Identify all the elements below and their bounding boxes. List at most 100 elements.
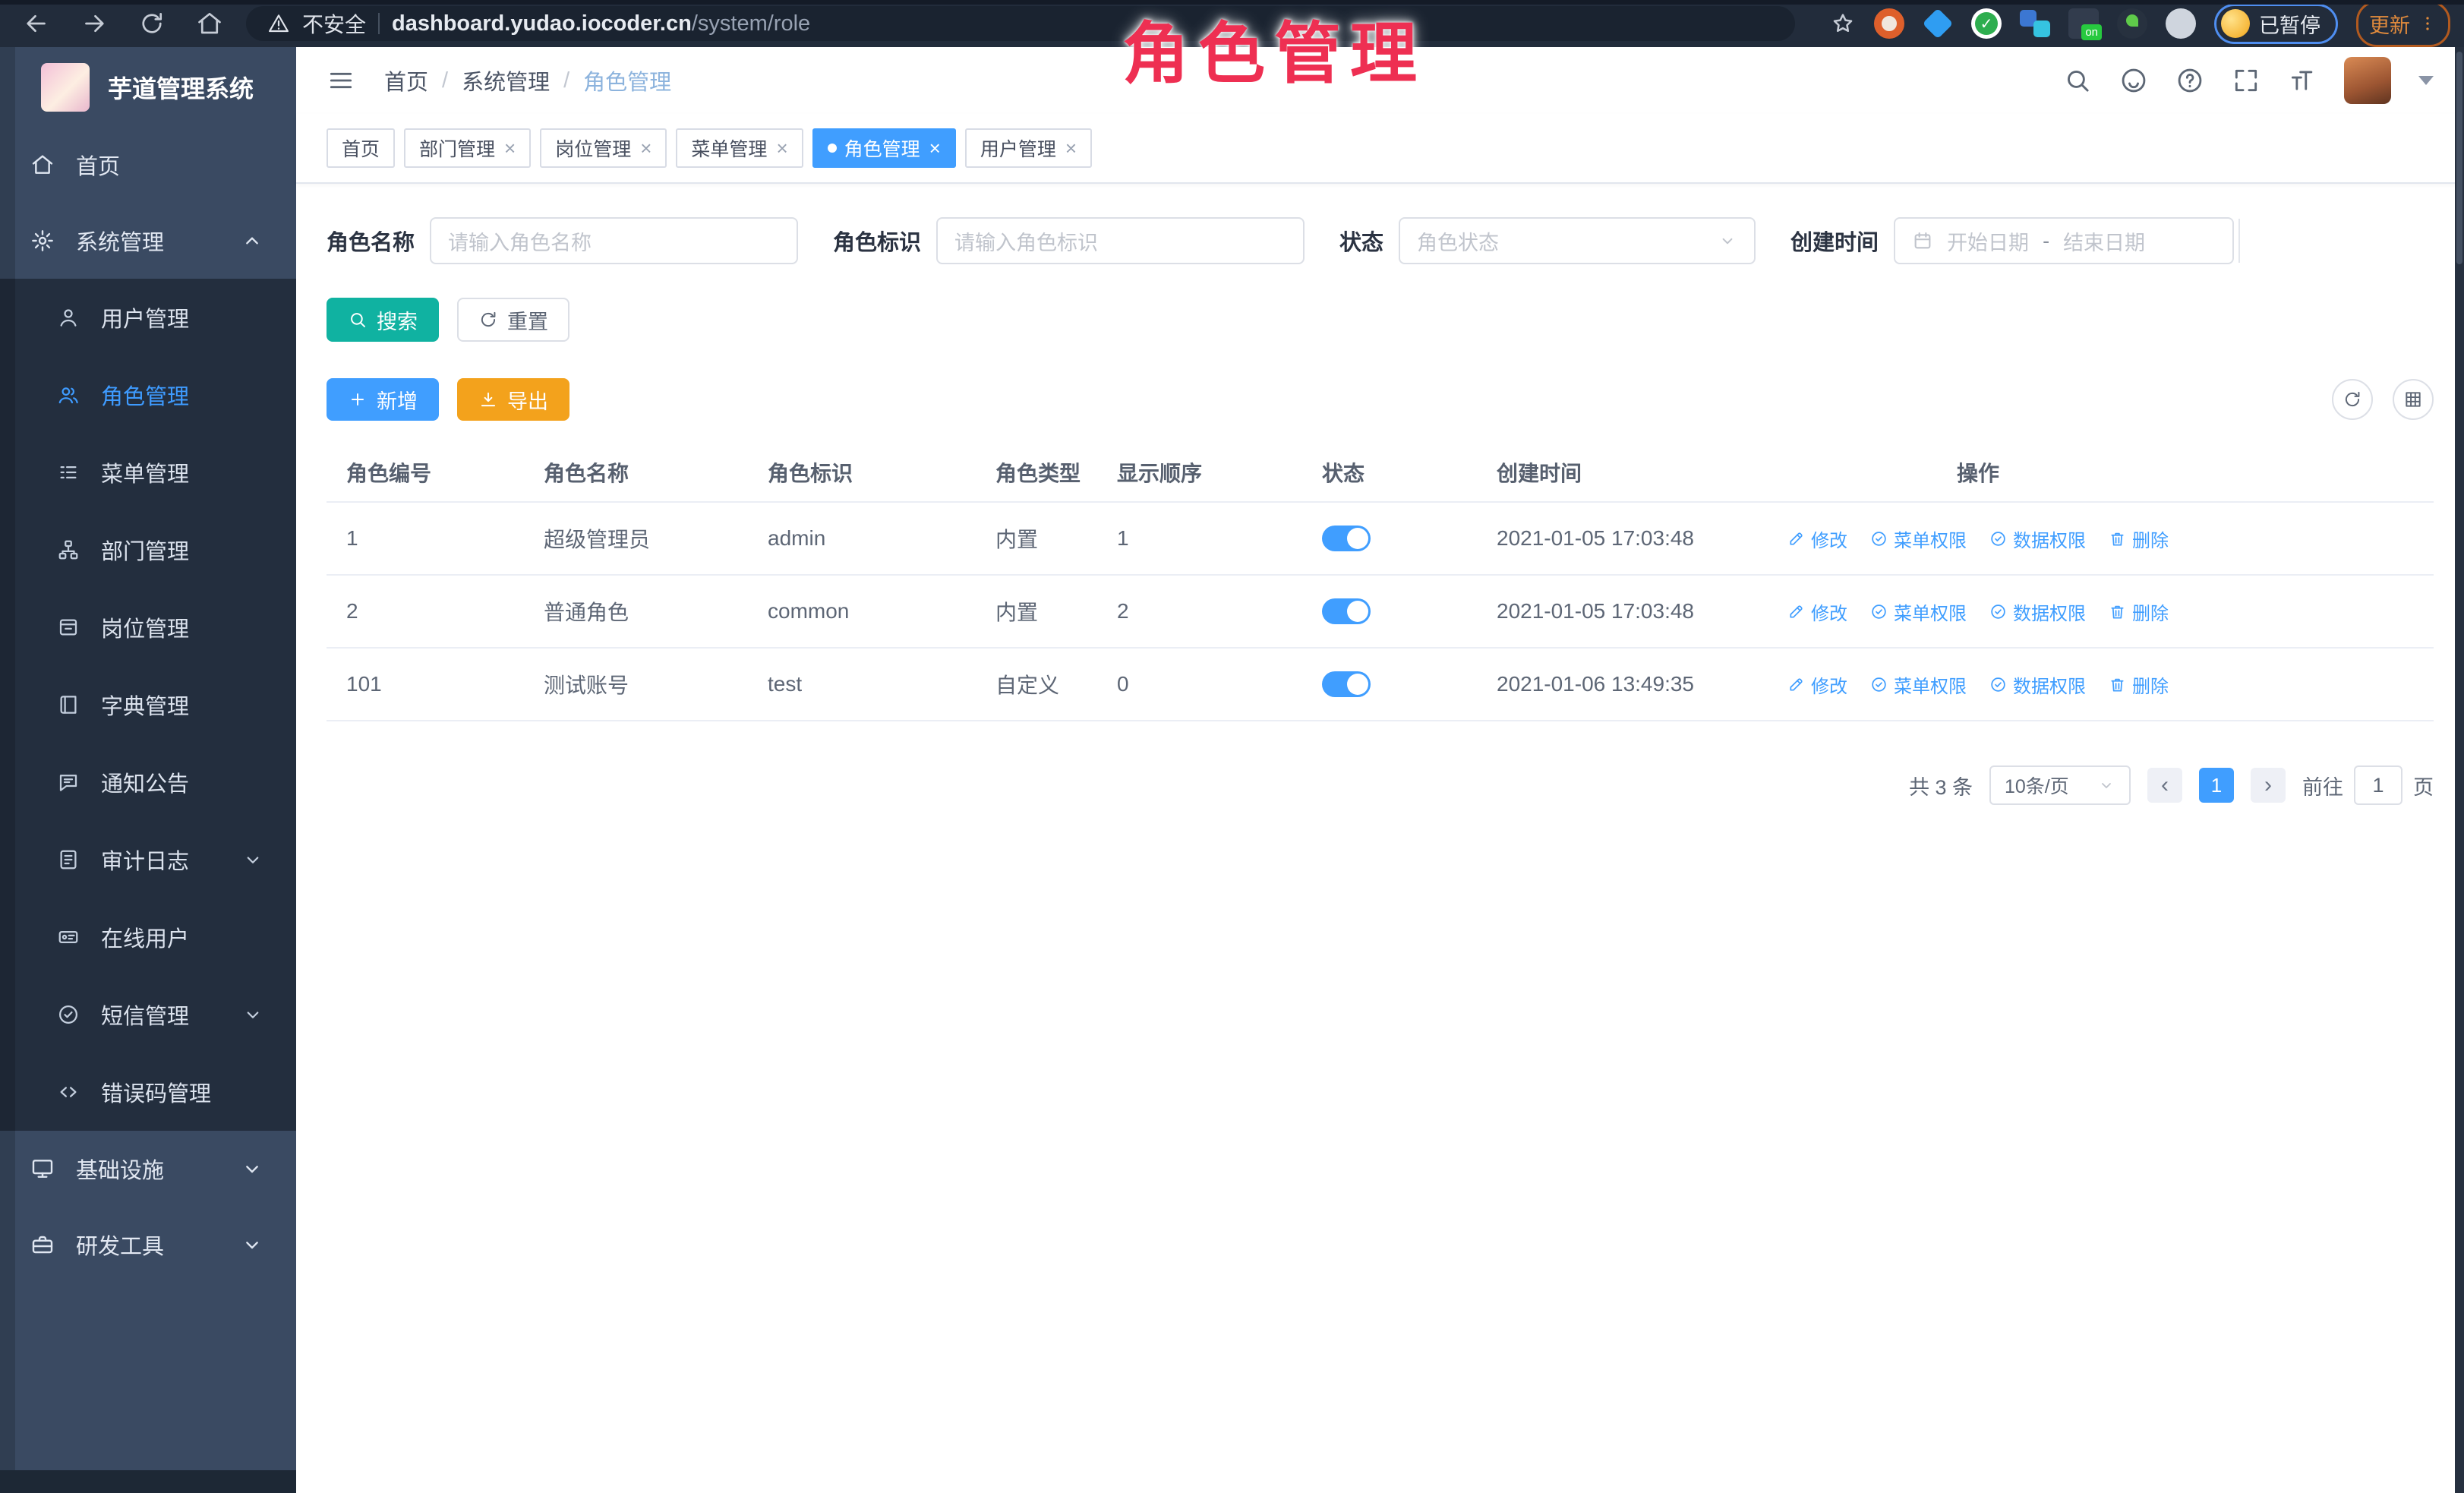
- sidebar-item-dept-management[interactable]: 部门管理: [0, 511, 296, 589]
- table-toolbar: 新增 导出: [327, 378, 2434, 421]
- forward-icon[interactable]: [80, 10, 108, 37]
- sidebar-item-label: 系统管理: [76, 225, 164, 257]
- tab-role-management[interactable]: 角色管理×: [812, 128, 956, 168]
- current-page-button[interactable]: 1: [2199, 768, 2234, 803]
- status-select[interactable]: 角色状态: [1399, 217, 1756, 264]
- next-page-button[interactable]: ›: [2251, 768, 2286, 803]
- back-icon[interactable]: [23, 10, 50, 37]
- avatar-caret-icon[interactable]: [2418, 76, 2434, 85]
- close-icon[interactable]: ×: [929, 138, 941, 158]
- data-permission-link[interactable]: 数据权限: [1989, 526, 2086, 552]
- github-icon[interactable]: [2119, 66, 2148, 95]
- extension-icon-check[interactable]: ✓: [1971, 8, 2002, 39]
- add-button[interactable]: 新增: [327, 378, 439, 421]
- table-header-cell: 操作: [1765, 457, 2191, 488]
- font-size-icon[interactable]: [2288, 66, 2317, 95]
- row-actions: 修改菜单权限数据权限删除: [1765, 671, 2191, 698]
- cell-created: 2021-01-05 17:03:48: [1477, 599, 1765, 623]
- sidebar-item-menu-management[interactable]: 菜单管理: [0, 434, 296, 511]
- kebab-menu-icon[interactable]: [2418, 14, 2437, 33]
- browser-scrollbar[interactable]: [2455, 47, 2464, 1493]
- app-logo[interactable]: 芋道管理系统: [0, 47, 296, 127]
- menu-permission-link[interactable]: 菜单权限: [1870, 671, 1967, 698]
- tab-dept-management[interactable]: 部门管理×: [404, 128, 531, 168]
- sidebar-item-dev-tool[interactable]: 研发工具: [0, 1207, 296, 1283]
- data-permission-link[interactable]: 数据权限: [1989, 598, 2086, 625]
- sidebar-item-system-management[interactable]: 系统管理: [0, 203, 296, 279]
- data-permission-link[interactable]: 数据权限: [1989, 671, 2086, 698]
- sidebar-scrollbar[interactable]: [0, 47, 15, 1470]
- browser-update-button[interactable]: 更新: [2356, 1, 2450, 47]
- cell-status: [1302, 526, 1477, 551]
- menu-permission-link[interactable]: 菜单权限: [1870, 598, 1967, 625]
- reload-icon[interactable]: [138, 10, 166, 37]
- edit-link[interactable]: 修改: [1787, 526, 1847, 552]
- browser-home-icon[interactable]: [196, 10, 223, 37]
- goto-page-input[interactable]: 1: [2354, 765, 2402, 805]
- address-bar[interactable]: 不安全 dashboard.yudao.iocoder.cn/system/ro…: [246, 6, 1795, 41]
- extensions-puzzle-icon[interactable]: [2166, 8, 2196, 39]
- extension-icon-gem[interactable]: [1923, 8, 1954, 39]
- close-icon[interactable]: ×: [776, 138, 787, 158]
- sidebar-item-audit-log[interactable]: 审计日志: [0, 821, 296, 898]
- reset-button[interactable]: 重置: [457, 298, 569, 342]
- status-toggle[interactable]: [1322, 598, 1371, 624]
- url-path: /system/role: [692, 11, 810, 36]
- sidebar-item-role-management[interactable]: 角色管理: [0, 356, 296, 434]
- edit-link[interactable]: 修改: [1787, 598, 1847, 625]
- extension-icon-dual[interactable]: [2020, 8, 2050, 39]
- status-toggle[interactable]: [1322, 671, 1371, 697]
- extension-icon-target[interactable]: [1874, 8, 1904, 39]
- sidebar-item-user-management[interactable]: 用户管理: [0, 279, 296, 356]
- hamburger-icon[interactable]: [327, 66, 355, 95]
- role-key-input[interactable]: 请输入角色标识: [936, 217, 1305, 264]
- tab-user-management[interactable]: 用户管理 ×: [965, 128, 1092, 168]
- goto-page: 前往 1 页: [2302, 765, 2434, 805]
- sidebar-item-dict-management[interactable]: 字典管理: [0, 666, 296, 743]
- page-size-select[interactable]: 10条/页: [1989, 765, 2131, 805]
- date-range-separator: -: [2043, 229, 2049, 253]
- sidebar-item-post-management[interactable]: 岗位管理: [0, 589, 296, 666]
- breadcrumb-system[interactable]: 系统管理: [462, 65, 550, 96]
- column-settings-button[interactable]: [2393, 379, 2434, 420]
- role-name-input[interactable]: 请输入角色名称: [430, 217, 798, 264]
- fullscreen-icon[interactable]: [2232, 66, 2261, 95]
- close-icon[interactable]: ×: [1065, 138, 1077, 158]
- refresh-table-button[interactable]: [2332, 379, 2373, 420]
- close-icon[interactable]: ×: [504, 138, 516, 158]
- cell-role-key: common: [748, 599, 976, 623]
- export-button[interactable]: 导出: [457, 378, 569, 421]
- delete-link[interactable]: 删除: [2109, 598, 2169, 625]
- sidebar-item-error-code-management[interactable]: 错误码管理: [0, 1053, 296, 1131]
- sidebar-item-sms-management[interactable]: 短信管理: [0, 976, 296, 1053]
- tab-post-management[interactable]: 岗位管理×: [540, 128, 667, 168]
- delete-link[interactable]: 删除: [2109, 671, 2169, 698]
- tab-menu-management[interactable]: 菜单管理×: [676, 128, 803, 168]
- edit-link[interactable]: 修改: [1787, 671, 1847, 698]
- date-range-picker[interactable]: 开始日期 - 结束日期: [1894, 217, 2234, 264]
- sidebar-item-infrastructure[interactable]: 基础设施: [0, 1131, 296, 1207]
- tab-home[interactable]: 首页: [327, 128, 395, 168]
- delete-link[interactable]: 删除: [2109, 526, 2169, 552]
- page-content: 角色名称 请输入角色名称 角色标识 请输入角色标识 状态 角色状态 创建时间: [296, 217, 2464, 835]
- search-button[interactable]: 搜索: [327, 298, 439, 342]
- search-button-label: 搜索: [377, 305, 418, 335]
- extension-icon-on-badge[interactable]: on: [2068, 8, 2099, 39]
- cell-created: 2021-01-05 17:03:48: [1477, 526, 1765, 551]
- user-avatar[interactable]: [2344, 57, 2391, 104]
- prev-page-button[interactable]: ‹: [2147, 768, 2182, 803]
- bookmark-star-icon[interactable]: [1830, 11, 1856, 36]
- status-toggle[interactable]: [1322, 526, 1371, 551]
- profile-chip[interactable]: 已暂停: [2214, 4, 2338, 44]
- sidebar-item-home[interactable]: 首页: [0, 127, 296, 203]
- sidebar-item-online-user[interactable]: 在线用户: [0, 898, 296, 976]
- cell-sort: 2: [1097, 599, 1302, 623]
- close-icon[interactable]: ×: [640, 138, 651, 158]
- help-icon[interactable]: [2175, 66, 2204, 95]
- search-icon[interactable]: [2063, 66, 2092, 95]
- extension-icon-sprout[interactable]: [2117, 8, 2147, 39]
- menu-permission-link[interactable]: 菜单权限: [1870, 526, 1967, 552]
- tab-label: 用户管理: [980, 134, 1056, 162]
- sidebar-item-notice[interactable]: 通知公告: [0, 743, 296, 821]
- breadcrumb-home[interactable]: 首页: [384, 65, 428, 96]
